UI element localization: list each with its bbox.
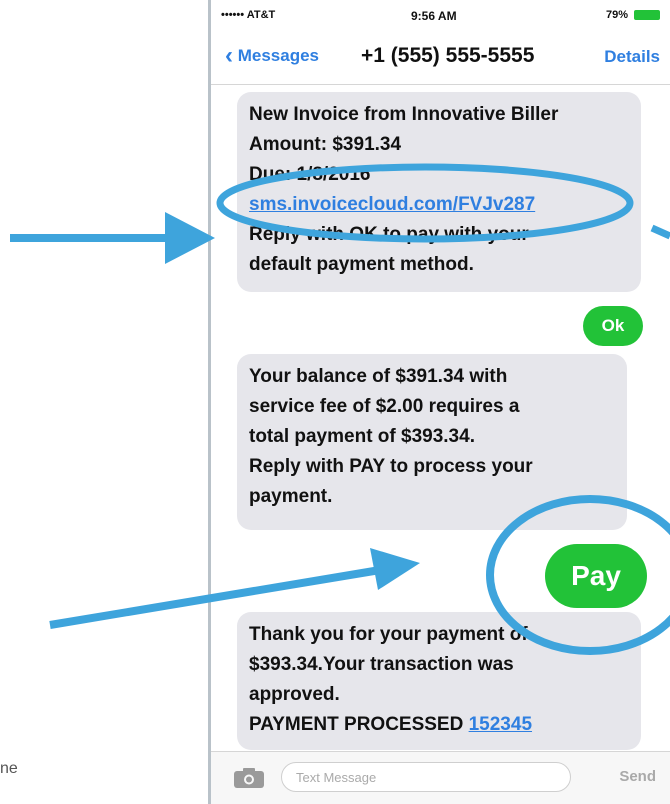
message-line: Amount: $391.34: [249, 134, 402, 155]
processed-label: PAYMENT PROCESSED: [249, 714, 469, 735]
message-input-bar: Text Message Send: [211, 751, 670, 804]
message-line: Reply with OK to pay with your: [249, 224, 529, 245]
message-bubble-pay: Pay: [545, 544, 647, 608]
message-line: approved.: [249, 684, 340, 705]
battery-icon: [634, 10, 660, 20]
navigation-bar: ‹ Messages +1 (555) 555-5555 Details: [211, 30, 670, 85]
message-line: PAYMENT PROCESSED 152345: [249, 710, 629, 740]
message-line: default payment method.: [249, 254, 474, 275]
message-line: total payment of $393.34.: [249, 426, 475, 447]
invoice-link[interactable]: sms.invoicecloud.com/FVJv287: [249, 190, 629, 220]
message-line: Your balance of $391.34 with: [249, 366, 508, 387]
status-bar: •••••• AT&T 9:56 AM 79%: [211, 0, 670, 30]
outer-text-fragment: ne: [0, 760, 18, 777]
message-bubble-ok: Ok: [583, 306, 643, 346]
clock: 9:56 AM: [411, 9, 457, 23]
phone-screen: •••••• AT&T 9:56 AM 79% ‹ Messages +1 (5…: [208, 0, 670, 804]
message-bubble-balance: Your balance of $391.34 with service fee…: [237, 354, 627, 530]
text-message-input[interactable]: Text Message: [281, 762, 571, 792]
back-button[interactable]: ‹ Messages: [225, 44, 320, 68]
message-line: payment.: [249, 486, 333, 507]
camera-icon[interactable]: [233, 767, 265, 789]
message-bubble-invoice: New Invoice from Innovative Biller Amoun…: [237, 92, 641, 292]
contact-title: +1 (555) 555-5555: [361, 44, 535, 67]
message-line: Due: 1/8/2016: [249, 164, 371, 185]
message-line: Thank you for your payment of: [249, 624, 528, 645]
back-label: Messages: [237, 46, 320, 65]
message-bubble-receipt: Thank you for your payment of $393.34.Yo…: [237, 612, 641, 750]
battery-percent: 79%: [605, 9, 628, 21]
message-line: $393.34.Your transaction was: [249, 654, 514, 675]
confirmation-link[interactable]: 152345: [469, 714, 532, 735]
message-line: service fee of $2.00 requires a: [249, 396, 520, 417]
message-line: Reply with PAY to process your: [249, 456, 533, 477]
send-button[interactable]: Send: [619, 768, 656, 785]
details-button[interactable]: Details: [604, 47, 660, 67]
carrier-label: •••••• AT&T: [221, 9, 276, 21]
message-line: New Invoice from Innovative Biller: [249, 104, 559, 125]
chevron-left-icon: ‹: [225, 42, 233, 69]
